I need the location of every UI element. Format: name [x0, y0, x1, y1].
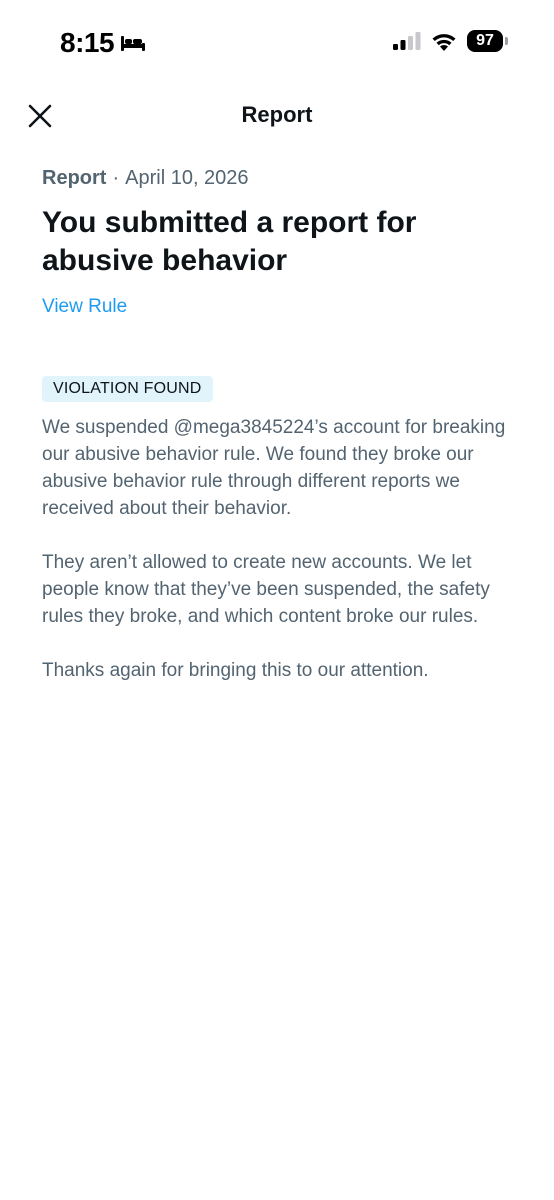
view-rule-link[interactable]: View Rule	[42, 296, 127, 318]
report-paragraph-2: They aren’t allowed to create new accoun…	[42, 552, 490, 627]
meta-separator: ·	[112, 167, 120, 189]
status-bar: 8:15 97	[0, 0, 554, 84]
wifi-icon	[432, 33, 456, 51]
cellular-signal-icon	[393, 32, 421, 50]
report-paragraph-1: We suspended @mega3845224’s account for …	[42, 417, 506, 519]
battery-cap	[505, 37, 508, 45]
report-label: Report	[42, 167, 107, 189]
status-time: 8:15	[60, 27, 115, 58]
status-time-group: 8:15	[60, 27, 146, 59]
status-badge: VIOLATION FOUND	[42, 376, 213, 402]
battery-icon: 97	[467, 30, 508, 52]
bed-icon	[121, 36, 146, 51]
report-headline: You submitted a report for abusive behav…	[42, 206, 417, 277]
status-indicators: 97	[393, 30, 508, 52]
report-date: April 10, 2026	[125, 167, 249, 189]
report-detail: Report · April 10, 2026 You submitted a re…	[42, 164, 514, 684]
page-title: Report	[241, 102, 313, 127]
report-meta: Report · April 10, 2026	[42, 164, 514, 192]
battery-level: 97	[467, 30, 503, 52]
top-nav-bar: Report	[0, 90, 554, 140]
report-paragraph-3: Thanks again for bringing this to our at…	[42, 660, 429, 681]
